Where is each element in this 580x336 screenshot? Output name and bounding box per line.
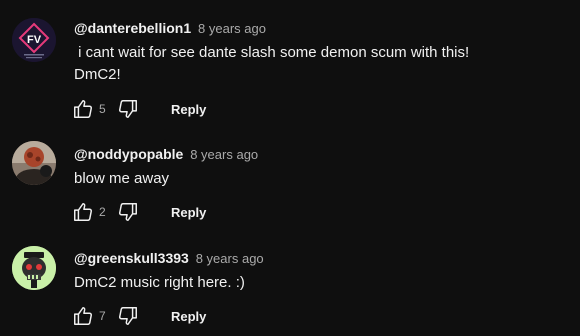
thumb-up-icon [74, 203, 93, 221]
like-button[interactable] [70, 96, 96, 122]
like-count: 5 [99, 102, 106, 116]
author-name[interactable]: @noddypopable [74, 146, 183, 162]
comment-actions: 5 Reply [70, 95, 212, 123]
reply-button[interactable]: Reply [165, 303, 212, 330]
comment-actions: 7 Reply [70, 302, 212, 330]
dislike-button[interactable] [115, 199, 141, 225]
avatar[interactable]: FV [12, 18, 56, 62]
comment-text: i cant wait for see dante slash some dem… [74, 44, 474, 83]
like-count: 2 [99, 205, 106, 219]
dislike-button[interactable] [115, 96, 141, 122]
thumb-down-icon [118, 203, 137, 221]
author-name[interactable]: @danterebellion1 [74, 20, 191, 36]
comment-text: blow me away [74, 170, 170, 187]
timestamp[interactable]: 8 years ago [196, 251, 264, 266]
like-button[interactable] [70, 199, 96, 225]
comment-header: @noddypopable 8 years ago [74, 145, 258, 164]
green-skull-icon [12, 246, 56, 290]
thumb-down-icon [118, 307, 137, 325]
timestamp[interactable]: 8 years ago [198, 21, 266, 36]
user-photo-icon [12, 141, 56, 185]
comment-header: @greenskull3393 8 years ago [74, 249, 264, 268]
comment-header: @danterebellion1 8 years ago [74, 19, 266, 38]
comment-actions: 2 Reply [70, 198, 212, 226]
comments-list: FV @danterebellion1 8 years ago i cant w… [0, 0, 580, 336]
avatar[interactable] [12, 246, 56, 290]
thumb-up-icon [74, 307, 93, 325]
like-button[interactable] [70, 303, 96, 329]
fv-logo-icon: FV [12, 18, 56, 62]
author-name[interactable]: @greenskull3393 [74, 250, 189, 266]
avatar[interactable] [12, 141, 56, 185]
comment-text: DmC2 music right here. :) [74, 274, 245, 291]
reply-button[interactable]: Reply [165, 199, 212, 226]
like-count: 7 [99, 309, 106, 323]
dislike-button[interactable] [115, 303, 141, 329]
thumb-down-icon [118, 100, 137, 118]
svg-text:FV: FV [27, 34, 42, 46]
timestamp[interactable]: 8 years ago [190, 147, 258, 162]
thumb-up-icon [74, 100, 93, 118]
reply-button[interactable]: Reply [165, 96, 212, 123]
